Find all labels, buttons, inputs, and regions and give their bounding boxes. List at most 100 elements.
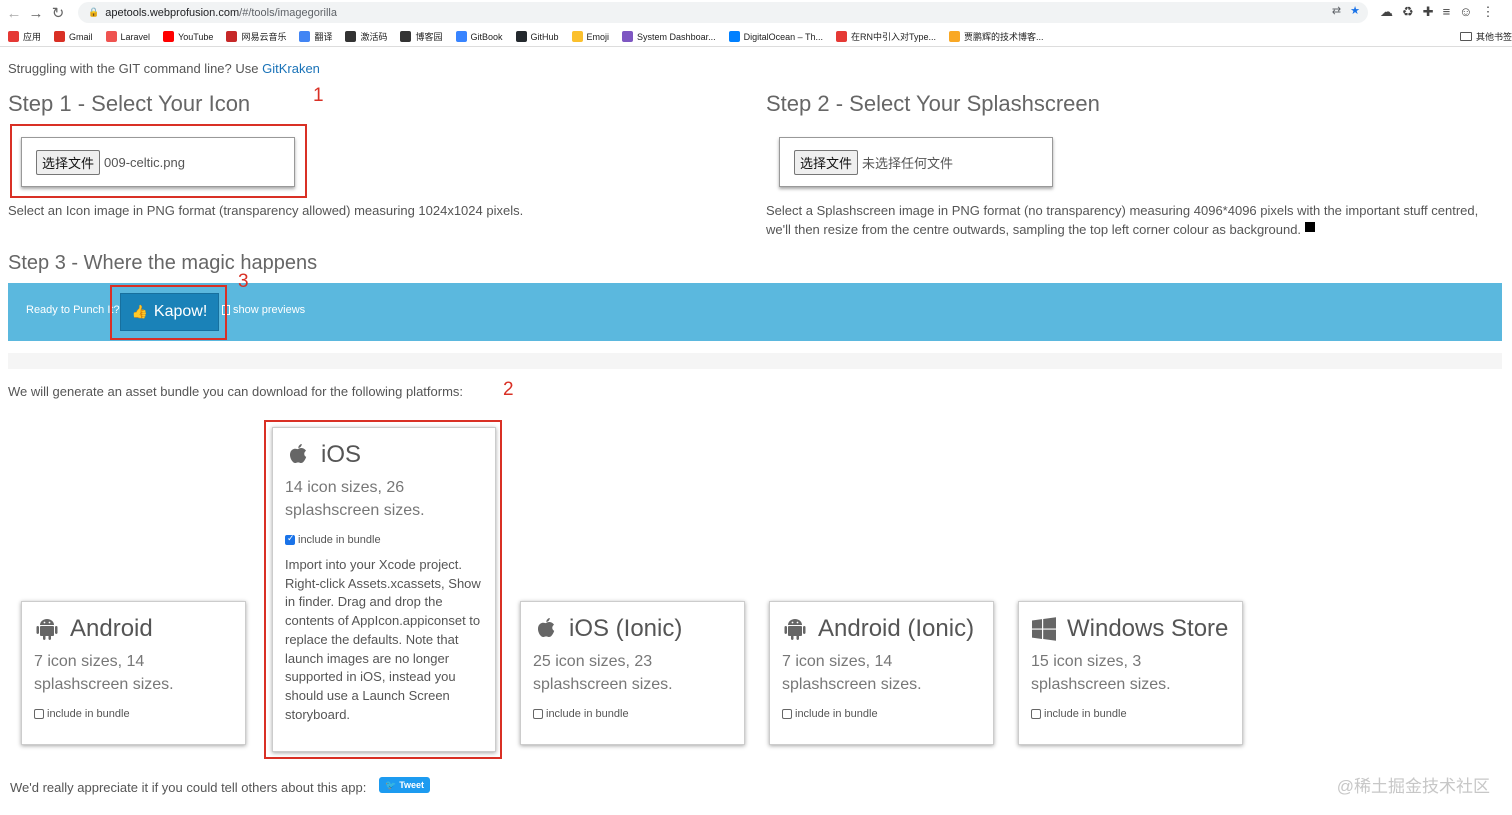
annotation-1: 1 bbox=[313, 85, 324, 106]
include-label: include in bundle bbox=[795, 708, 878, 720]
platform-sizes: 25 icon sizes, 23 splashscreen sizes. bbox=[533, 653, 673, 693]
bookmark-favicon-icon bbox=[226, 31, 238, 42]
bookmark-item[interactable]: Laravel bbox=[105, 31, 151, 42]
bookmark-favicon-icon bbox=[54, 31, 66, 42]
bookmark-label: 网易云音乐 bbox=[241, 32, 287, 42]
show-previews-label: show previews bbox=[233, 304, 306, 316]
back-icon[interactable]: ← bbox=[3, 2, 25, 24]
platform-description: Import into your Xcode project. Right-cl… bbox=[285, 557, 481, 722]
step2-title: Step 2 - Select Your Splashscreen bbox=[766, 91, 1100, 116]
tweet-button[interactable]: 🐦 Tweet bbox=[379, 777, 431, 793]
promo-text: Struggling with the GIT command line? Us… bbox=[8, 61, 263, 76]
windows-icon bbox=[1031, 616, 1057, 642]
platform-sizes: 7 icon sizes, 14 splashscreen sizes. bbox=[34, 653, 174, 693]
icon-file-input[interactable]: 选择文件 009-celtic.png bbox=[21, 137, 295, 187]
bookmark-item[interactable]: 网易云音乐 bbox=[226, 30, 286, 43]
splash-help-text: Select a Splashscreen image in PNG forma… bbox=[766, 201, 1506, 239]
other-bookmarks[interactable]: 其他书签 bbox=[1459, 30, 1512, 43]
bookmark-star-icon[interactable]: ★ bbox=[1350, 4, 1360, 17]
bookmark-favicon-icon bbox=[299, 31, 311, 42]
splash-choose-file-button[interactable]: 选择文件 bbox=[794, 149, 859, 175]
include-label: include in bundle bbox=[546, 708, 629, 720]
show-previews-toggle[interactable]: show previews bbox=[222, 304, 305, 316]
profile-icon[interactable]: ☺ bbox=[1459, 4, 1472, 20]
platform-card-windows-store: Windows Store 15 icon sizes, 3 splashscr… bbox=[1018, 601, 1243, 745]
include-checkbox[interactable] bbox=[1031, 709, 1041, 719]
bookmark-item[interactable]: Emoji bbox=[571, 31, 610, 42]
reading-list-icon[interactable]: ≡ bbox=[1443, 4, 1451, 20]
tweet-label: Tweet bbox=[399, 780, 425, 790]
bookmark-item[interactable]: YouTube bbox=[163, 31, 213, 42]
reload-icon[interactable]: ↻ bbox=[47, 2, 69, 24]
icon-help-text: Select an Icon image in PNG format (tran… bbox=[8, 203, 524, 218]
annotation-2: 2 bbox=[503, 379, 514, 400]
bookmark-item[interactable]: 应用 bbox=[8, 30, 41, 43]
ready-label: Ready to Punch It? bbox=[26, 304, 120, 316]
platform-card-ios-ionic: iOS (Ionic) 25 icon sizes, 23 splashscre… bbox=[520, 601, 745, 745]
browser-toolbar: ← → ↻ 🔒 apetools.webprofusion.com/#/tool… bbox=[0, 0, 1512, 26]
address-bar[interactable]: 🔒 apetools.webprofusion.com/#/tools/imag… bbox=[78, 2, 1368, 23]
bookmark-item[interactable]: GitHub bbox=[515, 31, 559, 42]
step3-title: Step 3 - Where the magic happens bbox=[8, 252, 318, 274]
annotation-box-3 bbox=[110, 285, 227, 340]
include-checkbox[interactable] bbox=[34, 709, 44, 719]
bookmark-label: Gmail bbox=[69, 31, 93, 42]
platform-card-ios: iOS 14 icon sizes, 26 splashscreen sizes… bbox=[272, 427, 496, 752]
bookmark-favicon-icon bbox=[8, 31, 19, 42]
url-host: apetools.webprofusion.com bbox=[105, 6, 240, 19]
bookmark-label: GitHub bbox=[530, 31, 559, 42]
include-checkbox[interactable] bbox=[285, 533, 295, 545]
include-in-bundle[interactable]: include in bundle bbox=[1031, 708, 1230, 720]
url-path: /#/tools/imagegorilla bbox=[239, 6, 337, 19]
bookmark-item[interactable]: 翻译 bbox=[299, 30, 332, 43]
bookmark-favicon-icon bbox=[515, 31, 527, 42]
include-label: include in bundle bbox=[1044, 708, 1127, 720]
bookmark-item[interactable]: Gmail bbox=[54, 31, 93, 42]
splash-file-input[interactable]: 选择文件 未选择任何文件 bbox=[779, 137, 1053, 187]
progress-bar bbox=[8, 353, 1502, 369]
include-in-bundle[interactable]: include in bundle bbox=[782, 708, 981, 720]
bookmark-label: GitBook bbox=[470, 31, 503, 42]
gitkraken-link[interactable]: GitKraken bbox=[262, 61, 320, 76]
bookmark-item[interactable]: 博客园 bbox=[400, 30, 443, 43]
platform-name: Android bbox=[70, 615, 153, 642]
platform-name: iOS bbox=[321, 441, 362, 468]
recycle-extension-icon[interactable]: ♻ bbox=[1402, 4, 1414, 20]
bookmark-label: 翻译 bbox=[314, 32, 333, 42]
bookmark-item[interactable]: DigitalOcean – Th... bbox=[728, 31, 823, 42]
bookmark-item[interactable]: System Dashboar... bbox=[622, 31, 716, 42]
bookmark-item[interactable]: 在RN中引入对Type... bbox=[835, 30, 936, 43]
other-bookmarks-label: 其他书签 bbox=[1475, 32, 1512, 42]
bookmark-favicon-icon bbox=[400, 31, 412, 42]
cloud-extension-icon[interactable]: ☁ bbox=[1380, 4, 1393, 20]
platform-card-android: Android 7 icon sizes, 14 splashscreen si… bbox=[21, 601, 246, 745]
bookmark-item[interactable]: 贾鹏辉的技术博客... bbox=[948, 30, 1044, 43]
splash-help-line2: we'll then resize from the centre outwar… bbox=[766, 222, 1302, 237]
bookmark-label: System Dashboar... bbox=[637, 31, 716, 42]
bookmark-label: Emoji bbox=[586, 31, 610, 42]
bookmark-label: Laravel bbox=[120, 31, 151, 42]
icon-file-name: 009-celtic.png bbox=[104, 154, 185, 170]
platform-name: Windows Store bbox=[1067, 615, 1229, 642]
lock-icon: 🔒 bbox=[88, 7, 100, 17]
bookmark-favicon-icon bbox=[455, 31, 467, 42]
include-in-bundle[interactable]: include in bundle bbox=[533, 708, 732, 720]
include-checkbox[interactable] bbox=[533, 709, 543, 719]
icon-choose-file-button[interactable]: 选择文件 bbox=[36, 149, 101, 175]
bookmark-item[interactable]: 激活码 bbox=[345, 30, 387, 43]
include-in-bundle[interactable]: include in bundle bbox=[34, 708, 233, 720]
menu-icon[interactable]: ⋮ bbox=[1481, 4, 1494, 20]
puzzle-extension-icon[interactable]: ✚ bbox=[1423, 4, 1434, 20]
bookmark-item[interactable]: GitBook bbox=[455, 31, 503, 42]
platform-name: iOS (Ionic) bbox=[569, 615, 683, 642]
action-bar: Ready to Punch It? 👍 Kapow! show preview… bbox=[8, 283, 1502, 341]
include-in-bundle[interactable]: include in bundle bbox=[285, 533, 483, 546]
bookmark-favicon-icon bbox=[571, 31, 583, 42]
translate-icon[interactable]: ⇄ bbox=[1332, 4, 1341, 17]
apple-icon bbox=[285, 442, 311, 468]
include-checkbox[interactable] bbox=[782, 709, 792, 719]
bookmark-favicon-icon bbox=[105, 31, 117, 42]
bookmark-favicon-icon bbox=[728, 31, 740, 42]
bookmark-favicon-icon bbox=[835, 31, 847, 42]
forward-icon[interactable]: → bbox=[25, 2, 47, 24]
